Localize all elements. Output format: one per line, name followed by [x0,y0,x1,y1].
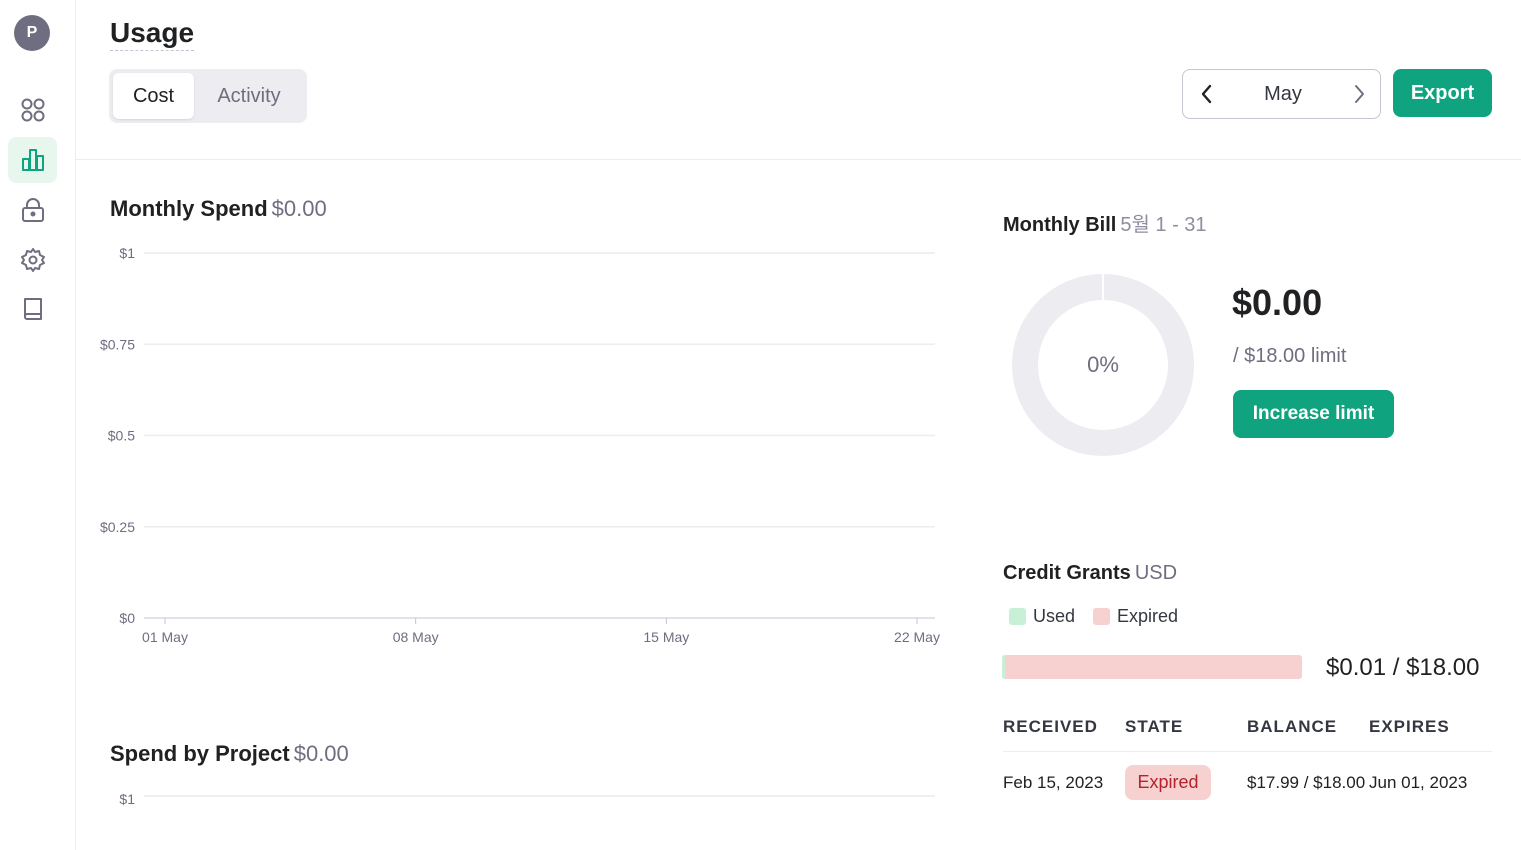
avatar[interactable]: P [14,15,50,51]
export-button[interactable]: Export [1393,69,1492,117]
gear-icon [20,248,45,272]
month-picker: May [1182,69,1381,119]
lock-icon [21,198,44,222]
monthly-bill-label: Monthly Bill [1003,214,1117,236]
credit-grants-title: Credit Grants USD [1003,562,1177,585]
monthly-spend-chart: $1 $0.75 $0.5 $0.25 $0 01 May 08 May 15 May 22 M… [100,245,940,645]
bill-amount: $0.00 [1232,282,1323,323]
spend-by-project-total: $0.00 [293,741,349,766]
y-tick-label: $0.5 [108,428,135,444]
spend-by-project-label: Spend by Project [110,741,290,766]
y-tick-label: $0.25 [100,519,135,535]
table-divider [1003,751,1492,752]
x-tick-label: 15 May [643,629,689,645]
x-tick-label: 22 May [894,629,940,645]
bill-percent: 0% [1087,352,1119,377]
credit-grant-total: $0.01 / $18.00 [1326,654,1480,681]
spend-by-project-title: Spend by Project $0.00 [110,741,349,767]
monthly-spend-label: Monthly Spend [110,196,268,221]
status-badge: Expired [1125,765,1211,800]
book-icon [23,298,42,320]
y-tick-label: $0 [119,610,135,626]
tab-activity[interactable]: Activity [198,73,300,119]
cell-expires: Jun 01, 2023 [1369,773,1468,792]
increase-limit-button[interactable]: Increase limit [1233,390,1394,438]
monthly-spend-total: $0.00 [271,196,327,221]
column-header-balance: BALANCE [1247,717,1338,736]
sidebar-item-overview[interactable] [8,87,57,133]
credit-grants-currency: USD [1134,562,1178,584]
tab-group: Cost Activity [109,69,307,123]
legend-swatch-expired [1093,608,1110,625]
column-header-received: RECEIVED [1003,717,1098,736]
y-tick-label: $0.75 [100,336,135,352]
sidebar: P [0,0,76,850]
y-tick-label: $1 [119,791,135,807]
sidebar-item-docs[interactable] [8,286,57,332]
cell-balance: $17.99 / $18.00 [1247,773,1366,792]
legend-expired: Expired [1093,606,1178,627]
credit-grants-label: Credit Grants [1003,562,1131,584]
y-tick-label: $1 [119,245,135,261]
spend-by-project-chart: $1 [119,791,935,807]
sidebar-item-api-keys[interactable] [8,187,57,233]
legend-swatch-used [1009,608,1026,625]
month-label: May [1264,83,1302,105]
x-tick-label: 01 May [142,629,188,645]
tab-cost[interactable]: Cost [113,73,194,119]
grid-icon [21,98,44,122]
chevron-right-icon[interactable] [1347,82,1371,106]
column-header-expires: EXPIRES [1369,717,1450,736]
legend-label: Used [1033,606,1076,626]
legend-label: Expired [1117,606,1179,626]
column-header-state: STATE [1125,717,1184,736]
cell-received: Feb 15, 2023 [1003,773,1104,792]
sidebar-item-usage[interactable] [8,137,57,183]
header-divider [76,159,1521,160]
page-title: Usage [110,17,195,51]
monthly-bill-title: Monthly Bill 5월 1 - 31 [1003,208,1207,237]
bar-chart-icon [21,149,44,171]
monthly-spend-title: Monthly Spend $0.00 [110,196,327,222]
bill-limit: / $18.00 limit [1233,345,1347,367]
chevron-left-icon[interactable] [1195,82,1219,106]
monthly-bill-period: 5월 1 - 31 [1120,214,1207,236]
sidebar-item-settings[interactable] [8,237,57,283]
credit-grant-used-fill [1002,655,1005,679]
legend-used: Used [1009,606,1075,627]
x-tick-label: 08 May [393,629,439,645]
credit-grant-bar [1002,655,1302,679]
